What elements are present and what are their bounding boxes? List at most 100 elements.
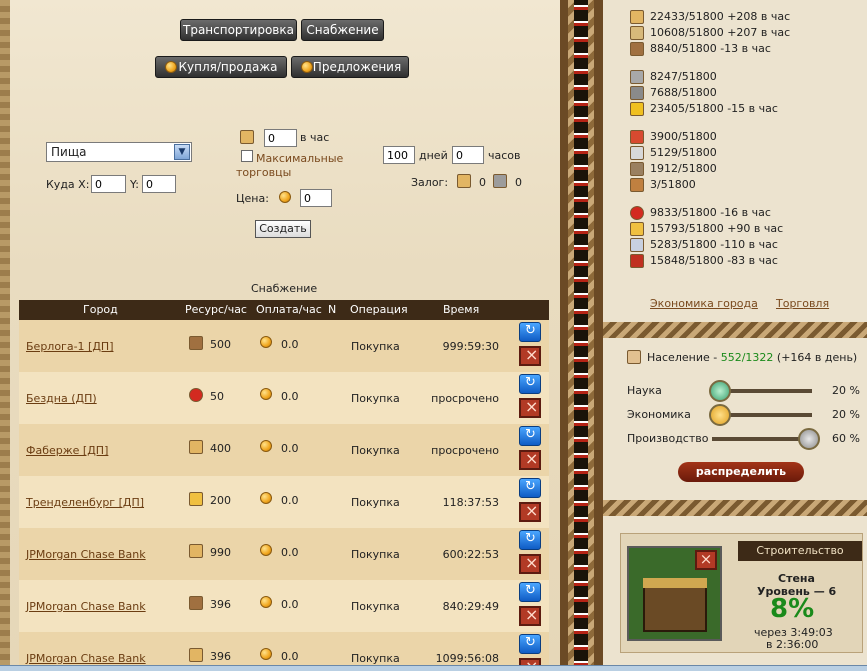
resource-line: 5129/51800 bbox=[630, 146, 717, 160]
per-hour-label: в час bbox=[300, 131, 330, 144]
refresh-button[interactable] bbox=[519, 582, 541, 602]
apple-icon bbox=[630, 206, 644, 220]
population-icon bbox=[627, 350, 641, 364]
delete-button[interactable] bbox=[519, 449, 541, 470]
taskbar bbox=[0, 665, 867, 671]
delete-button[interactable] bbox=[519, 501, 541, 522]
col-operation: Операция bbox=[350, 303, 408, 316]
rope-divider bbox=[560, 0, 603, 671]
price-field[interactable] bbox=[300, 189, 332, 207]
coin-icon bbox=[260, 492, 272, 504]
refresh-button[interactable] bbox=[519, 426, 541, 446]
days-field[interactable] bbox=[383, 146, 415, 164]
coin-icon bbox=[260, 336, 272, 348]
coin-icon bbox=[260, 388, 272, 400]
refresh-button[interactable] bbox=[519, 322, 541, 342]
tab-supply[interactable]: Снабжение bbox=[301, 19, 384, 41]
tab-trade[interactable]: Купля/продажа bbox=[155, 56, 287, 78]
dest-x-field[interactable] bbox=[91, 175, 126, 193]
coin-icon bbox=[165, 61, 177, 73]
gear-icon[interactable] bbox=[798, 428, 820, 450]
max-traders-label-2: торговцы bbox=[236, 166, 292, 179]
tab-offers[interactable]: Предложения bbox=[291, 56, 409, 78]
building-image: × bbox=[627, 546, 722, 641]
rope-divider bbox=[603, 500, 867, 516]
stone-icon bbox=[630, 70, 644, 84]
max-traders-checkbox[interactable] bbox=[241, 150, 253, 162]
resource-text: 7688/51800 bbox=[650, 86, 717, 99]
cancel-build-button[interactable]: × bbox=[695, 550, 717, 570]
resource-text: 22433/51800 +208 в час bbox=[650, 10, 791, 23]
time-value: просрочено bbox=[431, 444, 499, 457]
production-slider[interactable] bbox=[712, 437, 812, 441]
production-unit: % bbox=[849, 432, 860, 445]
resource-value: 990 bbox=[210, 546, 231, 559]
coin-icon bbox=[260, 596, 272, 608]
trade-link[interactable]: Торговля bbox=[776, 297, 829, 310]
resource-text: 8840/51800 -13 в час bbox=[650, 42, 771, 55]
table-row: Бездна (ДП) 50 0.0 Покупка просрочено bbox=[19, 372, 549, 424]
city-link[interactable]: Бездна (ДП) bbox=[26, 392, 97, 405]
wood-icon bbox=[189, 336, 203, 350]
pay-value: 0.0 bbox=[281, 546, 299, 559]
refresh-button[interactable] bbox=[519, 478, 541, 498]
hours-field[interactable] bbox=[452, 146, 484, 164]
resource-line: 22433/51800 +208 в час bbox=[630, 10, 790, 24]
delete-button[interactable] bbox=[519, 605, 541, 626]
population-line: Население - 552/1322 (+164 в день) bbox=[647, 351, 857, 364]
dest-y-field[interactable] bbox=[142, 175, 176, 193]
city-link[interactable]: JPMorgan Chase Bank bbox=[26, 600, 146, 613]
gold-icon bbox=[630, 102, 644, 116]
delete-button[interactable] bbox=[519, 553, 541, 574]
economy-value: 20 % bbox=[832, 408, 860, 421]
city-link[interactable]: Берлога-1 [ДП] bbox=[26, 340, 114, 353]
city-link[interactable]: JPMorgan Chase Bank bbox=[26, 652, 146, 665]
city-link[interactable]: Фаберже [ДП] bbox=[26, 444, 108, 457]
coin-icon[interactable] bbox=[709, 404, 731, 426]
grain-icon bbox=[630, 26, 644, 40]
delete-button[interactable] bbox=[519, 345, 541, 366]
per-hour-field[interactable] bbox=[264, 129, 297, 147]
operation-value: Покупка bbox=[351, 392, 400, 405]
resource-select-value: Пища bbox=[51, 145, 87, 159]
production-percent: 60 bbox=[832, 432, 846, 445]
resource-line: 8840/51800 -13 в час bbox=[630, 42, 771, 56]
coin-icon bbox=[260, 648, 272, 660]
resource-select[interactable]: Пища ▼ bbox=[46, 142, 192, 162]
resource-line: 15848/51800 -83 в час bbox=[630, 254, 778, 268]
create-button[interactable]: Создать bbox=[255, 220, 311, 238]
resource-line: 15793/51800 +90 в час bbox=[630, 222, 783, 236]
delete-button[interactable] bbox=[519, 397, 541, 418]
distribute-button[interactable]: распределить bbox=[678, 462, 804, 482]
flask-icon[interactable] bbox=[709, 380, 731, 402]
resource-text: 23405/51800 -15 в час bbox=[650, 102, 778, 115]
city-link[interactable]: JPMorgan Chase Bank bbox=[26, 548, 146, 561]
tool-icon bbox=[493, 174, 507, 188]
col-time: Время bbox=[443, 303, 480, 316]
science-unit: % bbox=[849, 384, 860, 397]
chevron-down-icon[interactable]: ▼ bbox=[174, 144, 190, 160]
city-link[interactable]: Тренделенбург [ДП] bbox=[26, 496, 144, 509]
refresh-button[interactable] bbox=[519, 374, 541, 394]
tab-transport[interactable]: Транспортировка bbox=[180, 19, 297, 41]
science-value: 20 % bbox=[832, 384, 860, 397]
horn-icon bbox=[189, 492, 203, 506]
refresh-button[interactable] bbox=[519, 634, 541, 654]
tab-trade-label: Купля/продажа bbox=[178, 60, 278, 74]
resource-line: 3900/51800 bbox=[630, 130, 717, 144]
rope-divider bbox=[603, 322, 867, 338]
table-row: Берлога-1 [ДП] 500 0.0 Покупка 999:59:30 bbox=[19, 320, 549, 372]
wood-icon bbox=[630, 42, 644, 56]
resource-text: 10608/51800 +207 в час bbox=[650, 26, 791, 39]
resource-text: 3/51800 bbox=[650, 178, 696, 191]
operation-value: Покупка bbox=[351, 496, 400, 509]
refresh-button[interactable] bbox=[519, 530, 541, 550]
salt-icon bbox=[630, 238, 644, 252]
potion-icon bbox=[630, 130, 644, 144]
pay-value: 0.0 bbox=[281, 598, 299, 611]
resource-line: 1912/51800 bbox=[630, 162, 717, 176]
economy-link[interactable]: Экономика города bbox=[650, 297, 758, 310]
wood-icon bbox=[189, 596, 203, 610]
roof-icon bbox=[643, 578, 707, 588]
time-value: 999:59:30 bbox=[442, 340, 499, 353]
